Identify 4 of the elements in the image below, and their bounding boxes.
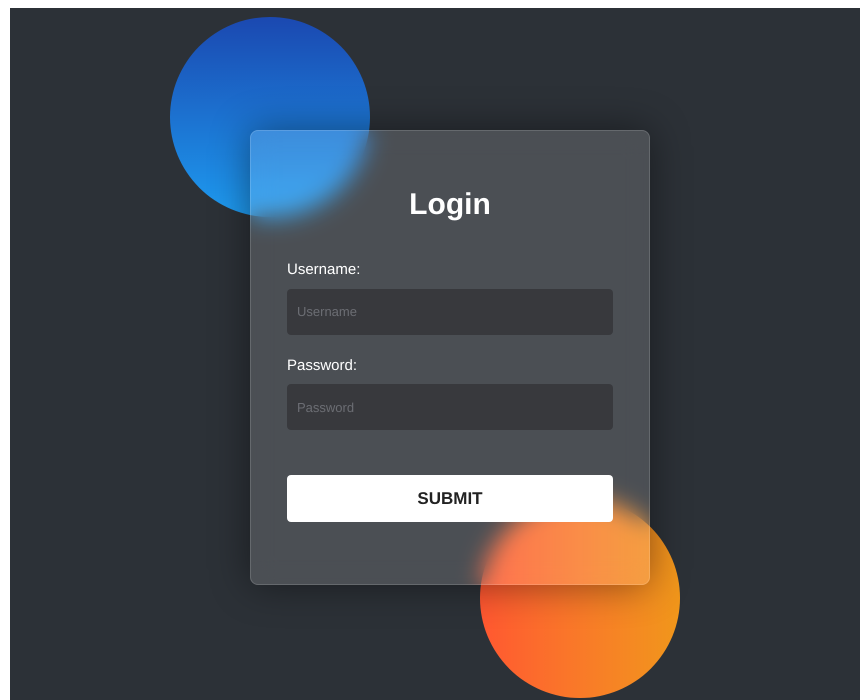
field-label: Username: (287, 260, 362, 280)
login-title: Login (409, 187, 491, 223)
submit-button[interactable]: SUBMIT (287, 475, 613, 522)
field-label: Password: (287, 356, 358, 376)
